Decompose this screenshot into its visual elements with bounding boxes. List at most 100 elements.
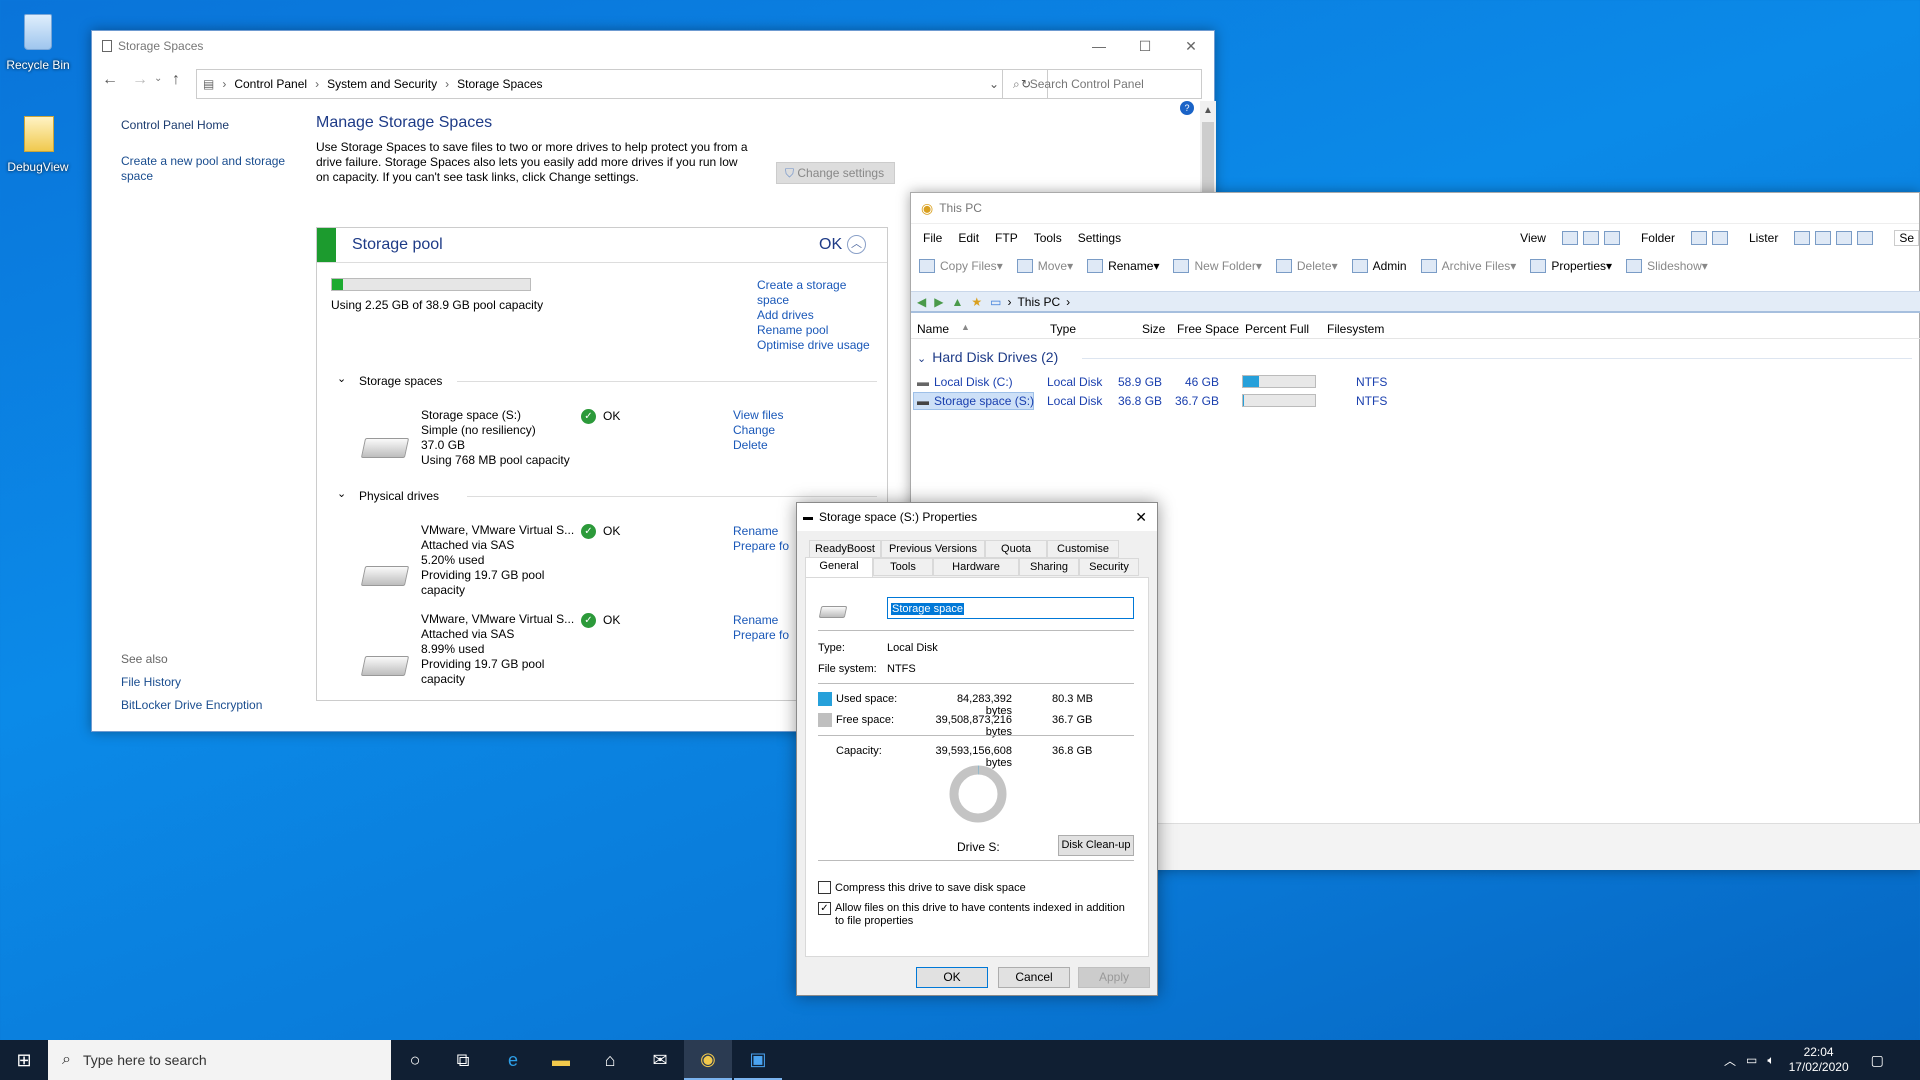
- desktop-icon-recycle-bin[interactable]: Recycle Bin: [0, 8, 76, 72]
- recent-dropdown[interactable]: ⌄: [154, 73, 162, 84]
- admin-button[interactable]: Admin: [1351, 259, 1407, 273]
- control-panel-icon[interactable]: ▣: [734, 1040, 782, 1080]
- view-mode-icons[interactable]: [1561, 230, 1625, 245]
- tab-tools[interactable]: Tools: [873, 558, 933, 576]
- menu-tools[interactable]: Tools: [1034, 231, 1062, 245]
- optimise-drive-usage-link[interactable]: Optimise drive usage: [757, 338, 877, 353]
- lister-icons[interactable]: [1794, 230, 1878, 245]
- breadcrumb-control-panel[interactable]: Control Panel: [234, 77, 307, 91]
- close-button[interactable]: ✕: [1135, 509, 1147, 526]
- menu-ftp[interactable]: FTP: [995, 231, 1018, 245]
- maximize-button[interactable]: ☐: [1122, 31, 1168, 61]
- change-link[interactable]: Change: [733, 423, 783, 438]
- delete-button[interactable]: Delete ▾: [1275, 259, 1338, 273]
- mail-icon[interactable]: ✉: [636, 1040, 684, 1080]
- properties-button[interactable]: Properties ▾: [1530, 259, 1612, 273]
- table-row[interactable]: ▬ Local Disk (C:) Local Disk 58.9 GB 46 …: [911, 373, 1920, 391]
- breadcrumb-system-security[interactable]: System and Security: [327, 77, 437, 91]
- slideshow-button[interactable]: Slideshow ▾: [1626, 259, 1708, 273]
- start-button[interactable]: ⊞: [0, 1040, 48, 1080]
- table-row[interactable]: ▬ Storage space (S:) Local Disk 36.8 GB …: [911, 392, 1920, 410]
- minimize-button[interactable]: —: [1076, 31, 1122, 61]
- physical-collapse-icon[interactable]: ⌄: [337, 487, 346, 500]
- search-input[interactable]: ⌕ Search Control Panel: [1002, 69, 1202, 99]
- scroll-up-arrow[interactable]: ▲: [1200, 105, 1216, 116]
- menu-settings[interactable]: Settings: [1078, 231, 1121, 245]
- menu-lister[interactable]: Lister: [1749, 231, 1778, 245]
- network-icon[interactable]: ▭: [1746, 1053, 1757, 1067]
- file-explorer-icon[interactable]: ▬: [537, 1040, 585, 1080]
- tab-readyboost[interactable]: ReadyBoost: [809, 540, 881, 558]
- tab-sharing[interactable]: Sharing: [1019, 558, 1079, 576]
- spaces-collapse-icon[interactable]: ⌄: [337, 372, 346, 385]
- disk-cleanup-button[interactable]: Disk Clean-up: [1058, 835, 1134, 856]
- tab-quota[interactable]: Quota: [985, 540, 1047, 558]
- group-header[interactable]: ⌄ Hard Disk Drives (2): [917, 349, 1917, 365]
- clock[interactable]: 22:04 17/02/2020: [1789, 1045, 1849, 1075]
- ok-button[interactable]: OK: [916, 967, 988, 988]
- apply-button[interactable]: Apply: [1078, 967, 1150, 988]
- index-label[interactable]: Allow files on this drive to have conten…: [835, 902, 1135, 928]
- cancel-button[interactable]: Cancel: [998, 967, 1070, 988]
- menu-file[interactable]: File: [923, 231, 942, 245]
- file-history-link[interactable]: File History: [121, 675, 181, 690]
- col-name[interactable]: Name: [917, 322, 949, 336]
- control-panel-home-link[interactable]: Control Panel Home: [121, 118, 229, 133]
- move-button[interactable]: Move ▾: [1016, 259, 1073, 273]
- col-percent-full[interactable]: Percent Full: [1245, 322, 1309, 336]
- compress-checkbox[interactable]: [818, 881, 831, 894]
- notifications-icon[interactable]: ▢: [1871, 1052, 1884, 1069]
- tab-hardware[interactable]: Hardware: [933, 558, 1019, 576]
- col-filesystem[interactable]: Filesystem: [1327, 322, 1384, 336]
- chevron-down-icon[interactable]: ⌄: [989, 77, 999, 91]
- col-size[interactable]: Size: [1142, 322, 1165, 336]
- breadcrumb-storage-spaces[interactable]: Storage Spaces: [457, 77, 542, 91]
- task-view-icon[interactable]: ⧉: [439, 1040, 487, 1080]
- cortana-icon[interactable]: ○: [391, 1040, 439, 1080]
- new-folder-button[interactable]: New Folder ▾: [1173, 259, 1262, 273]
- delete-link[interactable]: Delete: [733, 438, 783, 453]
- col-type[interactable]: Type: [1050, 322, 1076, 336]
- rename-drive-link[interactable]: Rename: [733, 613, 789, 628]
- collapse-icon[interactable]: ︿: [847, 235, 866, 254]
- chevron-up-icon[interactable]: ︿: [1724, 1052, 1736, 1069]
- rename-pool-link[interactable]: Rename pool: [757, 323, 877, 338]
- prepare-for-removal-link[interactable]: Prepare fo: [733, 628, 789, 643]
- edge-icon[interactable]: e: [489, 1040, 537, 1080]
- view-files-link[interactable]: View files: [733, 408, 783, 423]
- menu-view[interactable]: View: [1520, 231, 1546, 245]
- scroll-thumb[interactable]: [1202, 122, 1214, 192]
- change-settings-button[interactable]: ⛉ Change settings: [776, 162, 895, 184]
- directory-opus-icon[interactable]: ◉: [684, 1040, 732, 1080]
- tab-previous-versions[interactable]: Previous Versions: [881, 540, 985, 558]
- favorites-icon[interactable]: ★: [971, 295, 982, 309]
- col-free-space[interactable]: Free Space: [1177, 322, 1239, 336]
- bitlocker-link[interactable]: BitLocker Drive Encryption: [121, 698, 262, 713]
- folder-icons[interactable]: [1690, 230, 1733, 245]
- menu-folder[interactable]: Folder: [1641, 231, 1675, 245]
- desktop-icon-debugview[interactable]: DebugView: [0, 110, 76, 174]
- menu-overflow[interactable]: Se: [1894, 229, 1919, 246]
- path-this-pc[interactable]: This PC: [1017, 295, 1060, 309]
- forward-button[interactable]: →: [132, 71, 148, 89]
- close-button[interactable]: ✕: [1168, 31, 1214, 61]
- help-icon[interactable]: ?: [1180, 101, 1194, 115]
- store-icon[interactable]: ⌂: [586, 1040, 634, 1080]
- back-icon[interactable]: ◀: [917, 295, 926, 309]
- volume-icon[interactable]: 🔈︎: [1767, 1053, 1774, 1068]
- taskbar-search[interactable]: ⌕ Type here to search: [48, 1040, 391, 1080]
- copy-files-button[interactable]: Copy Files ▾: [919, 259, 1003, 273]
- up-icon[interactable]: ▲: [951, 295, 963, 309]
- compress-label[interactable]: Compress this drive to save disk space: [835, 882, 1026, 894]
- up-button[interactable]: ↑: [172, 71, 180, 89]
- menu-edit[interactable]: Edit: [958, 231, 979, 245]
- tab-customise[interactable]: Customise: [1047, 540, 1119, 558]
- index-checkbox[interactable]: ✓: [818, 902, 831, 915]
- back-button[interactable]: ←: [102, 71, 118, 89]
- create-storage-space-link[interactable]: Create a storage space: [757, 278, 877, 308]
- tab-security[interactable]: Security: [1079, 558, 1139, 576]
- create-pool-link[interactable]: Create a new pool and storage space: [121, 154, 291, 184]
- rename-drive-link[interactable]: Rename: [733, 524, 789, 539]
- tab-general[interactable]: General: [805, 557, 873, 578]
- prepare-for-removal-link[interactable]: Prepare fo: [733, 539, 789, 554]
